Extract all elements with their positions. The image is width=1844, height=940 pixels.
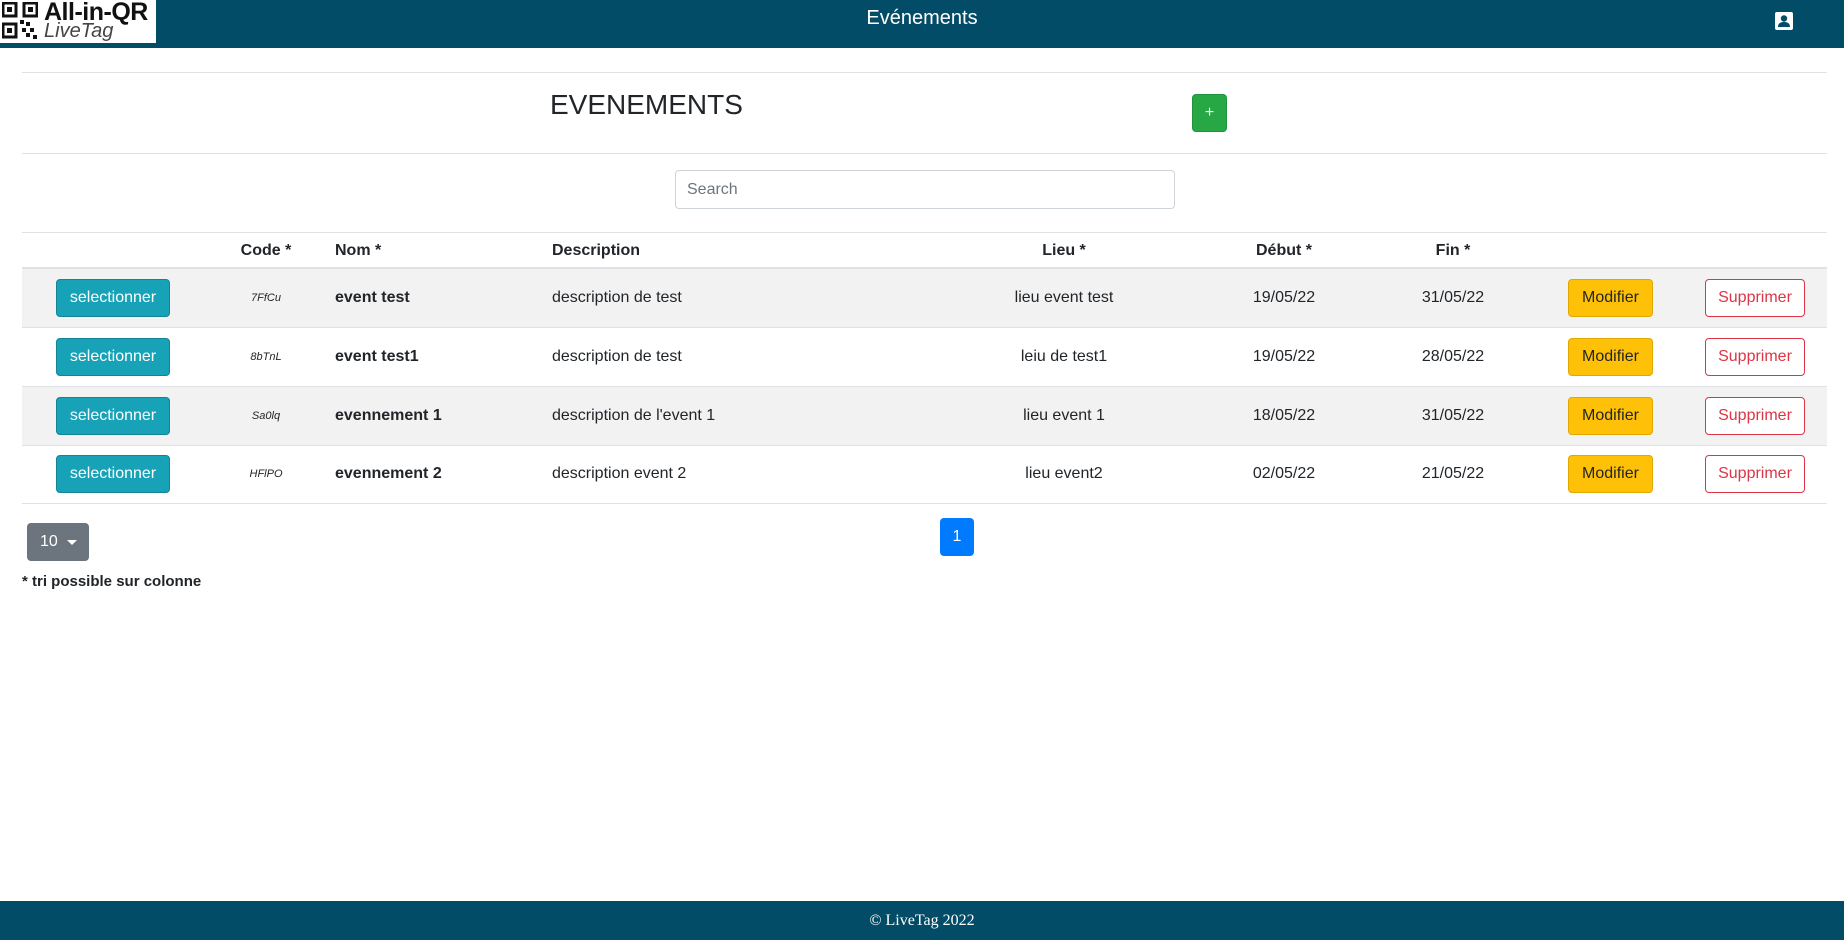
divider-header: [22, 153, 1827, 154]
event-code: 7FfCu: [251, 292, 281, 304]
delete-button[interactable]: Supprimer: [1705, 338, 1805, 376]
event-place: lieu event 1: [1023, 407, 1105, 424]
event-name: evennement 2: [335, 465, 442, 482]
column-header-description: Description: [552, 242, 641, 259]
table-header: Code * Nom * Description Lieu * Début * …: [22, 233, 1827, 269]
event-description: description de test: [552, 289, 682, 306]
table-row: selectionner HFlPO evennement 2 descript…: [22, 445, 1827, 504]
user-account-icon[interactable]: [1774, 11, 1794, 31]
event-description: description de l'event 1: [552, 407, 716, 424]
select-button[interactable]: selectionner: [56, 397, 170, 435]
footer: © LiveTag 2022: [0, 901, 1844, 940]
event-start-date: 19/05/22: [1252, 348, 1316, 365]
event-end-date: 21/05/22: [1421, 465, 1485, 482]
event-code: 8bTnL: [250, 351, 282, 363]
event-code: HFlPO: [249, 468, 283, 480]
modify-button[interactable]: Modifier: [1568, 455, 1653, 493]
event-name: event test: [335, 289, 410, 306]
event-start-date: 18/05/22: [1252, 407, 1316, 424]
top-navbar: All-in-QR LiveTag Evénements: [0, 0, 1844, 48]
caret-down-icon: [67, 540, 77, 545]
event-end-date: 31/05/22: [1421, 289, 1485, 306]
divider-top: [22, 72, 1827, 73]
select-button[interactable]: selectionner: [56, 338, 170, 376]
event-start-date: 02/05/22: [1252, 465, 1316, 482]
search-input[interactable]: [675, 170, 1175, 209]
select-button[interactable]: selectionner: [56, 279, 170, 317]
sort-note: * tri possible sur colonne: [22, 573, 202, 590]
page-title: EVENEMENTS: [550, 89, 743, 120]
event-place: lieu event2: [1025, 465, 1103, 482]
event-description: description de test: [552, 348, 682, 365]
column-header-place[interactable]: Lieu *: [1042, 242, 1086, 260]
event-code: Sa0lq: [251, 410, 281, 422]
column-header-code[interactable]: Code *: [241, 242, 292, 260]
delete-button[interactable]: Supprimer: [1705, 279, 1805, 317]
modify-button[interactable]: Modifier: [1568, 338, 1653, 376]
table-row: selectionner 8bTnL event test1 descripti…: [22, 328, 1827, 387]
delete-button[interactable]: Supprimer: [1705, 455, 1805, 493]
event-end-date: 28/05/22: [1421, 348, 1485, 365]
column-header-end[interactable]: Fin *: [1436, 242, 1471, 260]
pagination-page-button[interactable]: 1: [940, 518, 974, 556]
page-size-value: 10: [40, 533, 58, 550]
select-button[interactable]: selectionner: [56, 455, 170, 493]
event-name: evennement 1: [335, 407, 442, 424]
navbar-title: Evénements: [866, 7, 978, 29]
column-header-start[interactable]: Début *: [1256, 242, 1312, 260]
event-place: lieu event test: [1014, 289, 1114, 306]
delete-button[interactable]: Supprimer: [1705, 397, 1805, 435]
event-place: leiu de test1: [1020, 348, 1108, 365]
modify-button[interactable]: Modifier: [1568, 397, 1653, 435]
page-size-dropdown[interactable]: 10: [27, 523, 89, 561]
event-name: event test1: [335, 348, 419, 365]
column-header-name[interactable]: Nom *: [335, 242, 381, 260]
event-description: description event 2: [552, 465, 687, 482]
add-event-button[interactable]: +: [1192, 94, 1227, 132]
event-end-date: 31/05/22: [1421, 407, 1485, 424]
table-row: selectionner Sa0lq evennement 1 descript…: [22, 387, 1827, 446]
event-start-date: 19/05/22: [1252, 289, 1316, 306]
table-row: selectionner 7FfCu event test descriptio…: [22, 269, 1827, 328]
modify-button[interactable]: Modifier: [1568, 279, 1653, 317]
